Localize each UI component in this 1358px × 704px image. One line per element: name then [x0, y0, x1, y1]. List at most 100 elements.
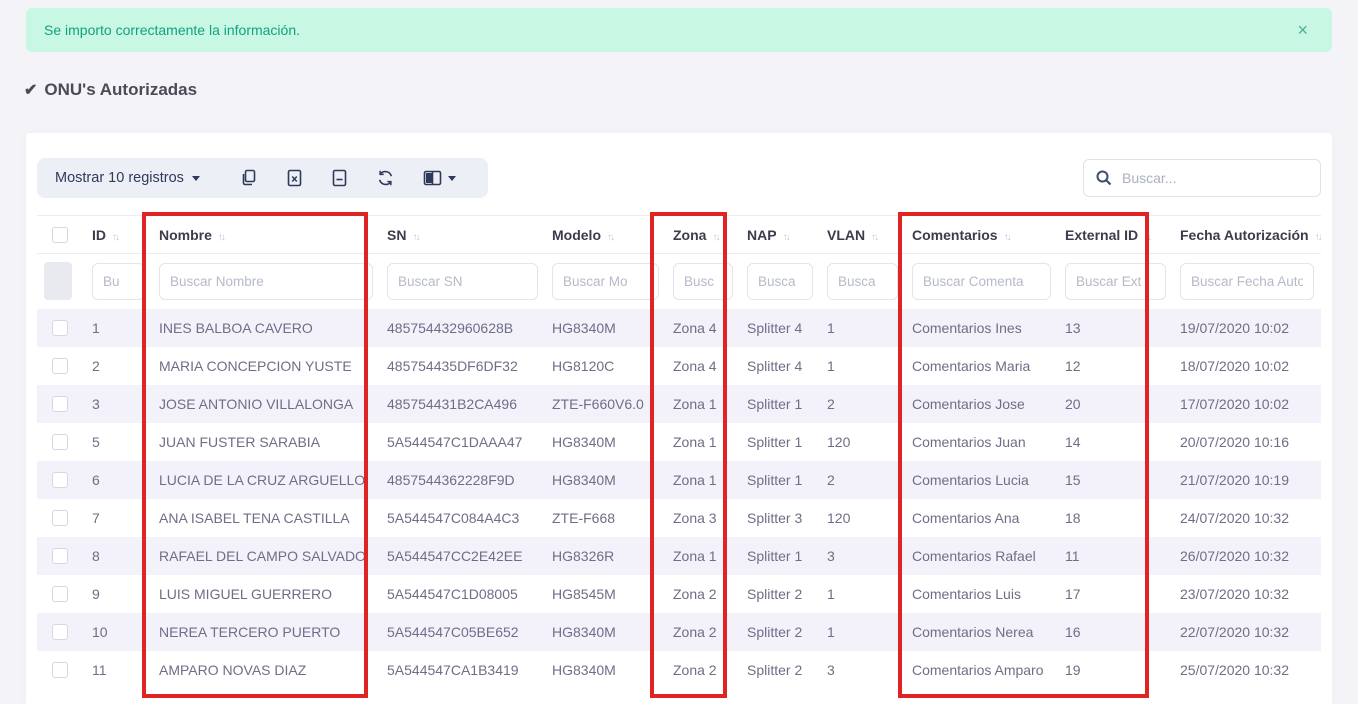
cell-id: 11	[85, 651, 152, 689]
filter-input-fecha_autorizacion[interactable]	[1180, 263, 1314, 300]
cell-nombre: AMPARO NOVAS DIAZ	[152, 651, 380, 689]
column-header-id[interactable]: ID ↑↓	[85, 216, 152, 254]
copy-icon	[240, 169, 258, 187]
copy-button[interactable]	[226, 158, 272, 198]
column-header-comentarios[interactable]: Comentarios ↑↓	[905, 216, 1058, 254]
refresh-button[interactable]	[362, 158, 409, 198]
table-row: 11AMPARO NOVAS DIAZ5A544547CA1B3419HG834…	[37, 651, 1321, 689]
filter-input-vlan[interactable]	[827, 263, 898, 300]
column-label: NAP	[747, 227, 777, 243]
sort-icon[interactable]: ↑↓	[218, 232, 224, 243]
cell-external_id: 11	[1058, 537, 1173, 575]
alert-close-button[interactable]: ×	[1291, 17, 1314, 43]
cell-external_id: 16	[1058, 613, 1173, 651]
table-row: 1INES BALBOA CAVERO485754432960628BHG834…	[37, 309, 1321, 347]
table-row: 8RAFAEL DEL CAMPO SALVADO5A544547CC2E42E…	[37, 537, 1321, 575]
cell-sn: 485754432960628B	[380, 309, 545, 347]
column-header-sn[interactable]: SN ↑↓	[380, 216, 545, 254]
column-visibility-dropdown[interactable]	[409, 158, 470, 198]
filter-input-modelo[interactable]	[552, 263, 659, 300]
search-icon	[1096, 170, 1112, 186]
sort-icon[interactable]: ↑↓	[1144, 232, 1150, 243]
cell-sn: 4857544362228F9D	[380, 461, 545, 499]
filter-input-id[interactable]	[92, 263, 145, 300]
column-header-fecha_autorizacion[interactable]: Fecha Autorización↑↓	[1173, 216, 1321, 254]
select-all-checkbox[interactable]	[52, 227, 68, 243]
onu-table: ID↑↓Nombre↑↓SN↑↓Modelo↑↓Zona↑↓NAP↑↓VLAN↑…	[37, 215, 1321, 689]
column-label: Comentarios	[912, 227, 998, 243]
sort-icon[interactable]: ↑↓	[1004, 232, 1010, 243]
cell-nombre: LUIS MIGUEL GUERRERO	[152, 575, 380, 613]
column-header-modelo[interactable]: Modelo↑↓	[545, 216, 666, 254]
row-checkbox[interactable]	[52, 472, 68, 488]
cell-nap: Splitter 1	[740, 537, 820, 575]
row-checkbox[interactable]	[52, 358, 68, 374]
filter-disabled-block	[44, 262, 72, 300]
chevron-down-icon	[192, 176, 200, 181]
filter-input-nombre[interactable]	[159, 263, 373, 300]
search-input[interactable]	[1122, 170, 1308, 186]
cell-nap: Splitter 1	[740, 385, 820, 423]
cell-vlan: 2	[820, 461, 905, 499]
cell-vlan: 3	[820, 651, 905, 689]
cell-id: 5	[85, 423, 152, 461]
cell-external_id: 14	[1058, 423, 1173, 461]
row-checkbox[interactable]	[52, 548, 68, 564]
column-label: SN	[387, 227, 406, 243]
cell-zona: Zona 1	[666, 385, 740, 423]
sort-icon[interactable]: ↑↓	[783, 232, 789, 243]
row-checkbox[interactable]	[52, 586, 68, 602]
cell-nombre: ANA ISABEL TENA CASTILLA	[152, 499, 380, 537]
sort-icon[interactable]: ↑↓	[712, 232, 718, 243]
column-header-nap[interactable]: NAP ↑↓	[740, 216, 820, 254]
sort-icon[interactable]: ↑↓	[1315, 232, 1321, 243]
cell-fecha_autorizacion: 17/07/2020 10:02	[1173, 385, 1321, 423]
column-header-nombre[interactable]: Nombre↑↓	[152, 216, 380, 254]
cell-modelo: HG8545M	[545, 575, 666, 613]
column-header-zona[interactable]: Zona↑↓	[666, 216, 740, 254]
sort-icon[interactable]: ↑↓	[607, 232, 613, 243]
column-label: ID	[92, 227, 106, 243]
cell-sn: 5A544547CA1B3419	[380, 651, 545, 689]
cell-nap: Splitter 4	[740, 309, 820, 347]
export-excel-button[interactable]	[272, 158, 317, 198]
column-label: External ID	[1065, 227, 1138, 243]
cell-comentarios: Comentarios Lucia	[905, 461, 1058, 499]
sort-icon[interactable]: ↑↓	[112, 232, 118, 243]
cell-comentarios: Comentarios Ines	[905, 309, 1058, 347]
cell-nombre: JOSE ANTONIO VILLALONGA	[152, 385, 380, 423]
export-file-button[interactable]	[317, 158, 362, 198]
cell-id: 6	[85, 461, 152, 499]
cell-modelo: ZTE-F668	[545, 499, 666, 537]
table-row: 6LUCIA DE LA CRUZ ARGUELLO4857544362228F…	[37, 461, 1321, 499]
cell-vlan: 1	[820, 347, 905, 385]
column-header-vlan[interactable]: VLAN↑↓	[820, 216, 905, 254]
filter-input-external_id[interactable]	[1065, 263, 1166, 300]
page-length-dropdown[interactable]: Mostrar 10 registros	[55, 170, 200, 186]
filter-input-comentarios[interactable]	[912, 263, 1051, 300]
global-search	[1083, 159, 1321, 197]
row-checkbox[interactable]	[52, 662, 68, 678]
table-toolbar: Mostrar 10 registros	[37, 158, 1321, 198]
column-header-external_id[interactable]: External ID ↑↓	[1058, 216, 1173, 254]
cell-vlan: 2	[820, 385, 905, 423]
filter-input-sn[interactable]	[387, 263, 538, 300]
cell-zona: Zona 4	[666, 347, 740, 385]
table-body: 1INES BALBOA CAVERO485754432960628BHG834…	[37, 309, 1321, 689]
row-checkbox[interactable]	[52, 510, 68, 526]
cell-comentarios: Comentarios Juan	[905, 423, 1058, 461]
filter-input-zona[interactable]	[673, 263, 733, 300]
cell-nombre: MARIA CONCEPCION YUSTE	[152, 347, 380, 385]
table-row: 9LUIS MIGUEL GUERRERO5A544547C1D08005HG8…	[37, 575, 1321, 613]
row-checkbox[interactable]	[52, 434, 68, 450]
cell-comentarios: Comentarios Luis	[905, 575, 1058, 613]
cell-vlan: 1	[820, 613, 905, 651]
row-checkbox[interactable]	[52, 396, 68, 412]
row-checkbox[interactable]	[52, 624, 68, 640]
filter-input-nap[interactable]	[747, 263, 813, 300]
row-checkbox[interactable]	[52, 320, 68, 336]
cell-external_id: 19	[1058, 651, 1173, 689]
sort-icon[interactable]: ↑↓	[412, 232, 418, 243]
sort-icon[interactable]: ↑↓	[871, 232, 877, 243]
cell-external_id: 15	[1058, 461, 1173, 499]
